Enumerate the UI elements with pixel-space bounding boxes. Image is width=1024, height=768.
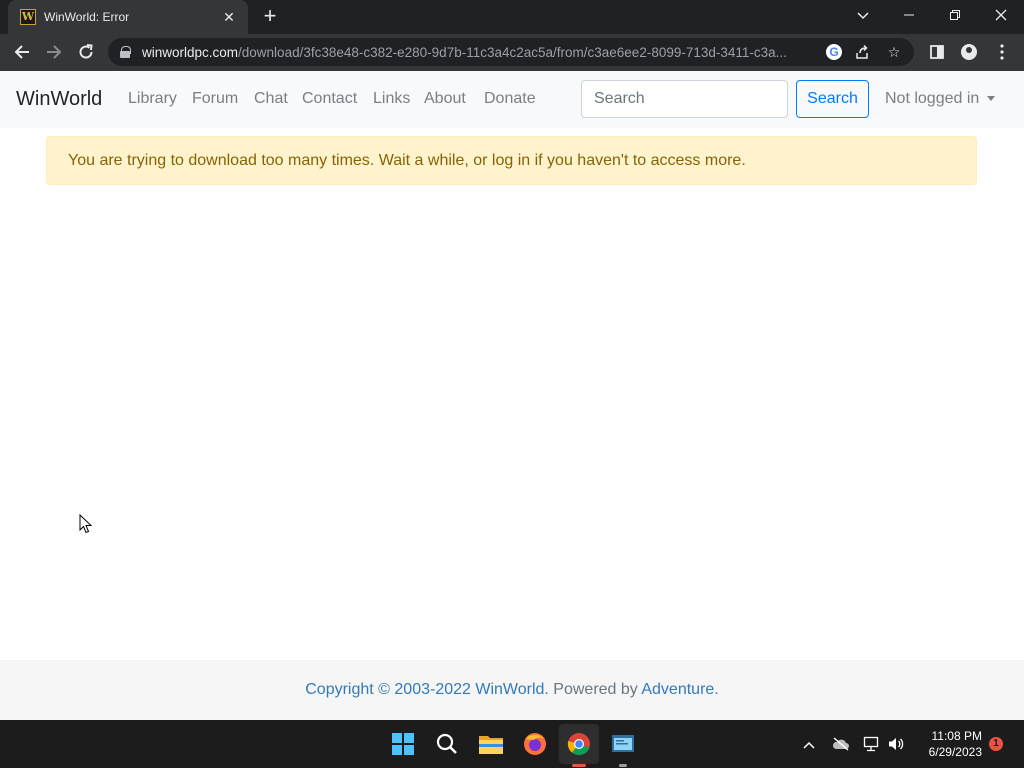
- adventure-link[interactable]: Adventure.: [641, 681, 718, 698]
- chevron-up-icon[interactable]: [798, 733, 820, 755]
- search-input[interactable]: [581, 80, 788, 118]
- site-brand[interactable]: WinWorld: [16, 88, 102, 111]
- browser-tab[interactable]: W WinWorld: Error ✕: [8, 0, 248, 34]
- user-menu-label: Not logged in: [885, 90, 980, 107]
- onedrive-offline-icon[interactable]: [830, 733, 852, 755]
- powered-by-text: Powered by: [553, 681, 638, 698]
- lock-icon[interactable]: [120, 46, 131, 58]
- winworld-favicon-icon: W: [20, 9, 36, 25]
- user-menu-dropdown[interactable]: Not logged in: [885, 90, 996, 108]
- browser-tab-strip: W WinWorld: Error ✕ +: [0, 0, 1024, 34]
- site-footer: Copyright © 2003-2022 WinWorld. Powered …: [0, 660, 1024, 720]
- system-clock[interactable]: 11:08 PM 6/29/2023: [912, 728, 982, 760]
- nav-link-chat[interactable]: Chat: [254, 90, 288, 108]
- chrome-icon[interactable]: [563, 728, 595, 760]
- nav-link-about[interactable]: About: [424, 90, 466, 108]
- notification-badge[interactable]: 1: [989, 737, 1003, 751]
- copyright-link[interactable]: Copyright © 2003-2022 WinWorld.: [305, 681, 549, 698]
- search-button[interactable]: Search: [796, 80, 869, 118]
- mouse-cursor-icon: [79, 514, 93, 534]
- nav-link-library[interactable]: Library: [128, 90, 177, 108]
- firefox-icon[interactable]: [519, 728, 551, 760]
- alert-message: You are trying to download too many time…: [68, 151, 746, 169]
- profile-icon[interactable]: [957, 40, 981, 64]
- new-tab-button[interactable]: +: [258, 5, 282, 29]
- windows-start-icon[interactable]: [387, 728, 419, 760]
- nav-link-forum[interactable]: Forum: [192, 90, 238, 108]
- minimize-icon[interactable]: [886, 0, 932, 30]
- nav-link-links[interactable]: Links: [373, 90, 410, 108]
- tab-close-icon[interactable]: ✕: [220, 8, 238, 26]
- browser-toolbar: winworldpc.com/download/3fc38e48-c382-e2…: [0, 34, 1024, 71]
- forward-arrow-icon[interactable]: [40, 38, 68, 66]
- tab-search-chevron-icon[interactable]: [840, 0, 886, 30]
- download-limit-alert: You are trying to download too many time…: [46, 136, 977, 185]
- search-icon[interactable]: [431, 728, 463, 760]
- restore-icon[interactable]: [932, 0, 978, 30]
- nav-link-donate[interactable]: Donate: [484, 90, 536, 108]
- close-window-icon[interactable]: [978, 0, 1024, 30]
- url-path: /download/3fc38e48-c382-e280-9d7b-11c3a4…: [238, 44, 787, 60]
- share-icon[interactable]: [850, 40, 874, 64]
- volume-icon[interactable]: [885, 733, 907, 755]
- bookmark-star-icon[interactable]: ☆: [882, 40, 906, 64]
- file-explorer-icon[interactable]: [475, 728, 507, 760]
- side-panel-icon[interactable]: [925, 40, 949, 64]
- tab-title: WinWorld: Error: [44, 10, 130, 24]
- site-navbar: WinWorld Library Forum Chat Contact Link…: [0, 71, 1024, 128]
- windows-taskbar: 11:08 PM 6/29/2023: [0, 720, 1024, 768]
- network-icon[interactable]: [861, 733, 883, 755]
- clock-time: 11:08 PM: [931, 729, 982, 743]
- chrome-running-indicator: [572, 764, 586, 767]
- address-bar[interactable]: winworldpc.com/download/3fc38e48-c382-e2…: [108, 38, 914, 66]
- menu-kebab-icon[interactable]: [990, 40, 1014, 64]
- nav-link-contact[interactable]: Contact: [302, 90, 357, 108]
- caret-down-icon: [987, 96, 996, 102]
- clock-date: 6/29/2023: [928, 745, 982, 759]
- url-host: winworldpc.com: [142, 44, 239, 60]
- terminal-running-indicator: [619, 764, 627, 767]
- terminal-app-icon[interactable]: [607, 728, 639, 760]
- url-text[interactable]: winworldpc.com/download/3fc38e48-c382-e2…: [142, 45, 818, 60]
- reload-icon[interactable]: [72, 38, 100, 66]
- back-arrow-icon[interactable]: [8, 38, 36, 66]
- google-lens-icon[interactable]: G: [826, 44, 842, 60]
